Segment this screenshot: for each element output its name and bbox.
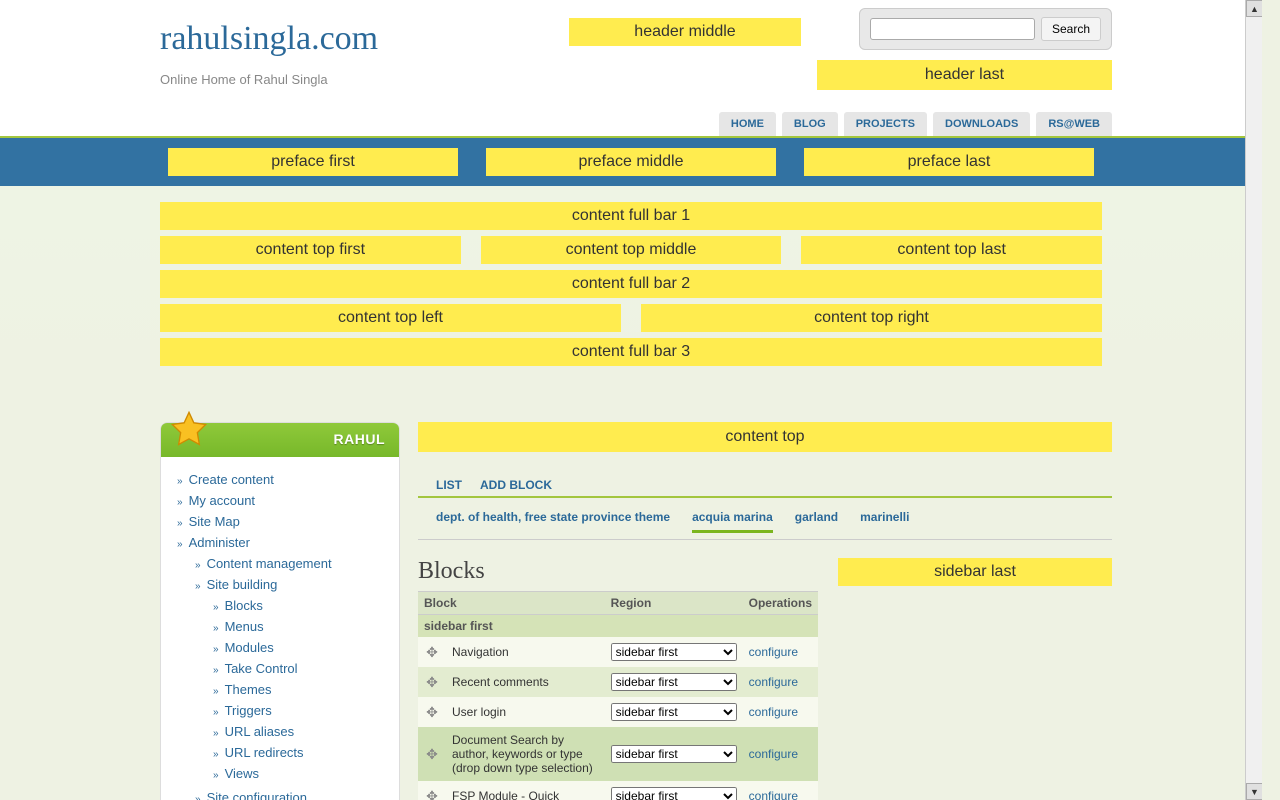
region-select[interactable]: sidebar first	[611, 643, 737, 661]
region-sidebar-last: sidebar last	[838, 558, 1112, 586]
region-full-bar-3: content full bar 3	[160, 338, 1102, 366]
table-row: ✥ Navigation sidebar first configure	[418, 637, 818, 667]
region-content-top-middle: content top middle	[481, 236, 782, 264]
drag-handle-icon[interactable]: ✥	[424, 704, 440, 721]
region-header-last: header last	[817, 60, 1112, 90]
menu-administer[interactable]: Administer	[189, 535, 250, 550]
table-row: ✥ Document Search by author, keywords or …	[418, 727, 818, 781]
configure-link[interactable]: configure	[749, 645, 798, 659]
th-ops: Operations	[743, 592, 818, 615]
tab-theme-acquia[interactable]: acquia marina	[692, 510, 773, 533]
region-select[interactable]: sidebar first	[611, 673, 737, 691]
menu-my-account[interactable]: My account	[189, 493, 255, 508]
nav-home[interactable]: HOME	[719, 112, 776, 136]
configure-link[interactable]: configure	[749, 705, 798, 719]
tab-theme-marinelli[interactable]: marinelli	[860, 510, 909, 533]
search-input[interactable]	[870, 18, 1035, 40]
menu-url-aliases[interactable]: URL aliases	[225, 724, 295, 739]
scrollbar[interactable]: ▲ ▼	[1245, 0, 1262, 800]
preface-bar: preface first preface middle preface las…	[0, 138, 1262, 186]
nav-rsweb[interactable]: RS@WEB	[1036, 112, 1112, 136]
star-icon	[169, 409, 209, 449]
scroll-up-icon[interactable]: ▲	[1246, 0, 1262, 17]
nav-projects[interactable]: PROJECTS	[844, 112, 927, 136]
tabs-secondary: dept. of health, free state province the…	[418, 504, 1112, 540]
region-preface-last: preface last	[804, 148, 1094, 176]
sidebar-menu: »Create content »My account »Site Map »A…	[161, 457, 399, 800]
tabs-primary: LIST ADD BLOCK	[418, 470, 1112, 498]
region-select[interactable]: sidebar first	[611, 787, 737, 800]
menu-views[interactable]: Views	[225, 766, 259, 781]
table-row: ✥ FSP Module - Quick sidebar first configur…	[418, 781, 818, 800]
table-row: ✥ Recent comments sidebar first configure	[418, 667, 818, 697]
blocks-table: Block Region Operations sidebar first ✥ Na…	[418, 591, 818, 800]
region-full-bar-1: content full bar 1	[160, 202, 1102, 230]
block-name: Recent comments	[446, 667, 605, 697]
menu-url-redirects[interactable]: URL redirects	[225, 745, 304, 760]
tab-theme-dept[interactable]: dept. of health, free state province the…	[436, 510, 670, 533]
region-content-top-last: content top last	[801, 236, 1102, 264]
region-preface-middle: preface middle	[486, 148, 776, 176]
block-name: Navigation	[446, 637, 605, 667]
content-column: content top LIST ADD BLOCK dept. of heal…	[418, 422, 1112, 800]
region-content-top: content top	[418, 422, 1112, 452]
drag-handle-icon[interactable]: ✥	[424, 788, 440, 800]
sidebar-user-header: RAHUL	[161, 423, 399, 457]
tab-theme-garland[interactable]: garland	[795, 510, 838, 533]
menu-create-content[interactable]: Create content	[189, 472, 274, 487]
region-select[interactable]: sidebar first	[611, 703, 737, 721]
sidebar-user-name: RAHUL	[334, 431, 386, 447]
region-content-top-first: content top first	[160, 236, 461, 264]
region-header-middle: header middle	[569, 18, 801, 46]
site-title[interactable]: rahulsingla.com	[160, 20, 378, 58]
region-content-top-right: content top right	[641, 304, 1102, 332]
menu-site-building[interactable]: Site building	[207, 577, 278, 592]
menu-site-map[interactable]: Site Map	[189, 514, 240, 529]
content-bars: content full bar 1 content top first con…	[0, 186, 1262, 392]
tab-add-block[interactable]: ADD BLOCK	[480, 478, 552, 492]
search-form: Search	[859, 8, 1112, 50]
block-name: User login	[446, 697, 605, 727]
region-preface-first: preface first	[168, 148, 458, 176]
menu-content-management[interactable]: Content management	[207, 556, 332, 571]
block-name: FSP Module - Quick	[446, 781, 605, 800]
menu-take-control[interactable]: Take Control	[225, 661, 298, 676]
region-content-top-left: content top left	[160, 304, 621, 332]
region-group-label: sidebar first	[418, 615, 818, 638]
configure-link[interactable]: configure	[749, 789, 798, 800]
menu-modules[interactable]: Modules	[225, 640, 274, 655]
configure-link[interactable]: configure	[749, 675, 798, 689]
site-slogan: Online Home of Rahul Singla	[160, 72, 328, 87]
page-title: Blocks	[418, 558, 818, 585]
drag-handle-icon[interactable]: ✥	[424, 674, 440, 691]
region-select[interactable]: sidebar first	[611, 745, 737, 763]
menu-blocks[interactable]: Blocks	[225, 598, 263, 613]
menu-menus[interactable]: Menus	[225, 619, 264, 634]
configure-link[interactable]: configure	[749, 747, 798, 761]
table-row: ✥ User login sidebar first configure	[418, 697, 818, 727]
tab-list[interactable]: LIST	[436, 478, 462, 492]
primary-nav: HOME BLOG PROJECTS DOWNLOADS RS@WEB	[719, 112, 1112, 136]
nav-blog[interactable]: BLOG	[782, 112, 838, 136]
drag-handle-icon[interactable]: ✥	[424, 644, 440, 661]
drag-handle-icon[interactable]: ✥	[424, 746, 440, 763]
region-full-bar-2: content full bar 2	[160, 270, 1102, 298]
th-block: Block	[418, 592, 605, 615]
menu-triggers[interactable]: Triggers	[225, 703, 272, 718]
header: rahulsingla.com Online Home of Rahul Sin…	[0, 0, 1262, 138]
block-name: Document Search by author, keywords or t…	[446, 727, 605, 781]
scroll-down-icon[interactable]: ▼	[1246, 783, 1262, 800]
th-region: Region	[605, 592, 743, 615]
search-button[interactable]: Search	[1041, 17, 1101, 41]
menu-themes[interactable]: Themes	[225, 682, 272, 697]
nav-downloads[interactable]: DOWNLOADS	[933, 112, 1030, 136]
menu-site-configuration[interactable]: Site configuration	[207, 790, 307, 800]
sidebar-first: RAHUL »Create content »My account »Site …	[160, 422, 400, 800]
